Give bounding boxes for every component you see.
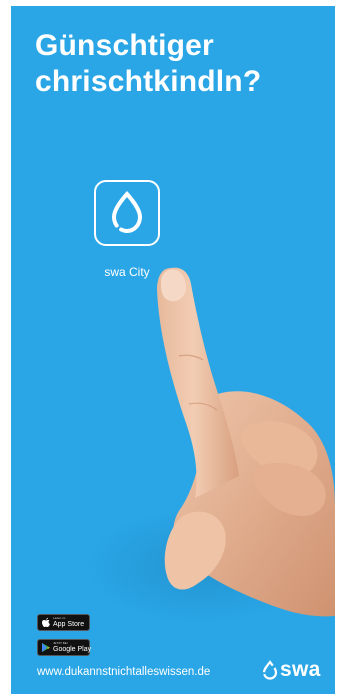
website-link[interactable]: www.dukannstnichtalleswissen.de bbox=[37, 666, 210, 678]
app-store-label: App Store bbox=[53, 621, 85, 628]
swa-drop-icon bbox=[262, 660, 278, 680]
app-label: swa City bbox=[104, 265, 150, 279]
brand-name: swa bbox=[280, 658, 321, 681]
swa-logo: swa bbox=[262, 658, 321, 682]
swa-drop-icon bbox=[111, 190, 143, 234]
google-play-label: Google Play bbox=[53, 646, 92, 653]
swa-city-app-icon[interactable] bbox=[94, 180, 160, 246]
google-play-badge[interactable]: JETZT BEI Google Play bbox=[37, 639, 92, 656]
play-icon bbox=[42, 643, 50, 652]
pointing-hand-illustration bbox=[81, 267, 335, 626]
app-store-badge[interactable]: Laden im App Store bbox=[37, 614, 90, 631]
poster: Günschtiger chrischtkindln? swa City Lad… bbox=[11, 6, 335, 694]
apple-icon bbox=[42, 617, 50, 627]
